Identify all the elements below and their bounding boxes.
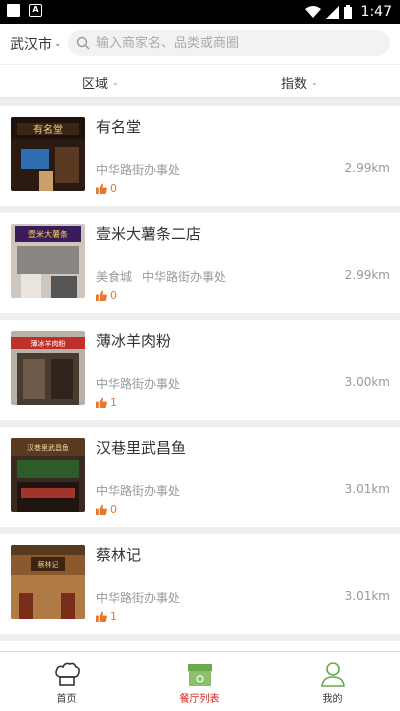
tab-home[interactable]: 首页 — [0, 652, 133, 711]
search-box[interactable] — [68, 30, 390, 56]
svg-text:壹米大薯条: 壹米大薯条 — [28, 229, 68, 239]
svg-text:蔡林记: 蔡林记 — [38, 560, 59, 569]
city-selector[interactable]: 武汉市 ⌄ — [10, 34, 62, 54]
tab-restaurant-list-label: 餐厅列表 — [179, 694, 220, 705]
chef-hat-icon — [54, 662, 80, 686]
like-count: 1 — [96, 396, 117, 409]
tab-profile-label: 我的 — [322, 694, 343, 705]
list-item[interactable]: 汉巷里武昌鱼 汉巷里武昌鱼 中华路街办事处 3.01km 0 — [0, 427, 400, 527]
restaurant-distance: 3.01km — [344, 589, 390, 603]
thumbs-up-icon — [96, 397, 107, 408]
chevron-down-icon: ⌄ — [112, 78, 119, 87]
chevron-down-icon: ⌄ — [54, 39, 62, 49]
restaurant-address: 中华路街办事处 — [96, 377, 181, 391]
restaurant-distance: 3.01km — [344, 482, 390, 496]
list-item[interactable]: 壹米大薯条 壹米大薯条二店 美食城 中华路街办事处 2.99km 0 — [0, 213, 400, 313]
wifi-icon — [304, 6, 321, 18]
restaurant-name: 有名堂 — [96, 118, 142, 136]
restaurant-photo: 汉巷里武昌鱼 — [11, 438, 85, 512]
svg-text:汉巷里武昌鱼: 汉巷里武昌鱼 — [27, 443, 69, 452]
filter-index[interactable]: 指数 ⌄ — [281, 73, 318, 92]
like-count: 0 — [96, 182, 117, 195]
restaurant-distance: 2.99km — [344, 268, 390, 282]
restaurant-name: 壹米大薯条二店 — [96, 225, 202, 243]
storefront-icon — [187, 664, 212, 686]
restaurant-photo: 有名堂 — [11, 117, 85, 191]
restaurant-distance: 3.00km — [344, 375, 390, 389]
list-item[interactable]: 蔡林记 蔡林记 中华路街办事处 3.01km 1 — [0, 534, 400, 634]
search-input[interactable] — [96, 35, 376, 51]
search-icon — [76, 36, 90, 50]
restaurant-address: 中华路街办事处 — [96, 591, 181, 605]
restaurant-photo: 蔡林记 — [11, 545, 85, 619]
square-icon — [7, 4, 20, 17]
like-count: 0 — [96, 503, 117, 516]
restaurant-distance: 2.99km — [344, 161, 390, 175]
restaurant-address: 中华路街办事处 — [96, 163, 181, 177]
battery-icon — [343, 5, 352, 19]
tab-home-label: 首页 — [56, 694, 77, 705]
restaurant-name: 蔡林记 — [96, 546, 142, 564]
search-header: 武汉市 ⌄ — [0, 24, 400, 64]
svg-text:有名堂: 有名堂 — [33, 123, 63, 136]
status-bar: A 1:47 — [0, 0, 400, 24]
like-count: 1 — [96, 610, 117, 623]
filter-area-label: 区域 — [82, 77, 109, 92]
clock: 1:47 — [360, 4, 392, 20]
restaurant-address: 美食城 中华路街办事处 — [96, 270, 227, 284]
tab-profile[interactable]: 我的 — [266, 652, 399, 711]
signal-icon — [325, 5, 339, 19]
a-icon: A — [29, 4, 42, 17]
thumbs-up-icon — [96, 611, 107, 622]
list-item[interactable]: 有名堂 有名堂 中华路街办事处 2.99km 0 — [0, 106, 400, 206]
like-count: 0 — [96, 289, 117, 302]
thumbs-up-icon — [96, 290, 107, 301]
restaurant-photo: 壹米大薯条 — [11, 224, 85, 298]
list-item[interactable]: 薄冰羊肉粉 薄冰羊肉粉 中华路街办事处 3.00km 1 — [0, 320, 400, 420]
filter-bar: 区域 ⌄ 指数 ⌄ — [0, 64, 400, 98]
thumbs-up-icon — [96, 504, 107, 515]
filter-area[interactable]: 区域 ⌄ — [82, 73, 119, 92]
restaurant-name: 薄冰羊肉粉 — [96, 332, 172, 350]
city-label: 武汉市 — [10, 37, 52, 53]
svg-text:薄冰羊肉粉: 薄冰羊肉粉 — [31, 339, 66, 348]
thumbs-up-icon — [96, 183, 107, 194]
restaurant-address: 中华路街办事处 — [96, 484, 181, 498]
restaurant-name: 汉巷里武昌鱼 — [96, 439, 187, 457]
chevron-down-icon: ⌄ — [311, 78, 318, 87]
tab-restaurant-list[interactable]: 餐厅列表 — [133, 652, 266, 711]
restaurant-photo: 薄冰羊肉粉 — [11, 331, 85, 405]
filter-index-label: 指数 — [281, 77, 308, 92]
bottom-tab-bar: 首页 餐厅列表 我的 — [0, 651, 400, 711]
person-icon — [320, 662, 345, 687]
